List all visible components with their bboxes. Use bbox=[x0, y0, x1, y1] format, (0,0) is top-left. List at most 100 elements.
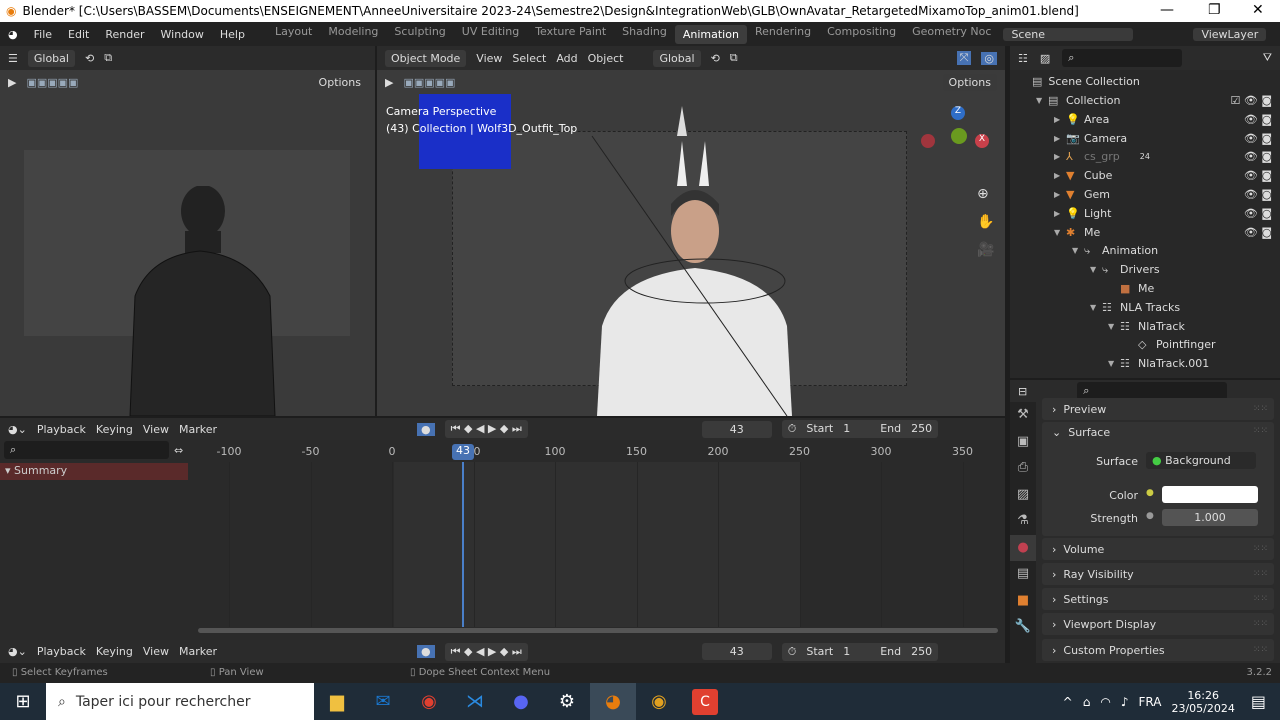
menu-view[interactable]: View bbox=[143, 423, 169, 436]
disclosure-triangle-icon[interactable]: ▼ bbox=[1108, 359, 1120, 368]
world-tab-icon[interactable]: ● bbox=[1010, 534, 1036, 561]
blender-taskbar-icon[interactable]: ◕ bbox=[590, 683, 636, 720]
editor-type-icon[interactable]: ⊟ bbox=[1018, 385, 1027, 398]
outliner-item[interactable]: ▶ ▼ Cube 👁 ◙ bbox=[1010, 166, 1280, 185]
view-layer-selector[interactable]: ViewLayer bbox=[1193, 27, 1267, 41]
axis-neg-x-icon[interactable] bbox=[921, 134, 935, 148]
panel-settings[interactable]: › Settings ⁙⁙ bbox=[1042, 588, 1274, 610]
outlook-icon[interactable]: ✉ bbox=[360, 683, 406, 720]
menu-keying[interactable]: Keying bbox=[96, 423, 133, 436]
discord-icon[interactable]: ● bbox=[498, 683, 544, 720]
dope-sheet[interactable]: ◕⌄ Playback Keying View Marker ● ⏮ ◆ ◀ ▶… bbox=[0, 418, 1005, 640]
visibility-icons[interactable]: 👁 ◙ bbox=[1244, 150, 1272, 163]
tab-compositing[interactable]: Compositing bbox=[819, 25, 904, 44]
tab-rendering[interactable]: Rendering bbox=[747, 25, 819, 44]
axis-z-icon[interactable]: Z bbox=[951, 106, 965, 120]
outliner-item[interactable]: ■ Me bbox=[1010, 279, 1280, 298]
close-button[interactable]: ✕ bbox=[1252, 2, 1264, 18]
menu-view[interactable]: View bbox=[476, 52, 502, 65]
taskbar-search-input[interactable]: ⌕ Taper ici pour rechercher bbox=[46, 683, 314, 720]
horizontal-scrollbar[interactable] bbox=[198, 628, 998, 633]
playback-controls[interactable]: ⏮ ◆ ◀ ▶ ◆ ⏭ bbox=[444, 642, 528, 661]
scene-selector[interactable]: Scene bbox=[1003, 27, 1134, 41]
maximize-button[interactable]: ❐ bbox=[1208, 2, 1221, 18]
chrome-canary-icon[interactable]: ◉ bbox=[636, 683, 682, 720]
color-swatch[interactable] bbox=[1162, 486, 1258, 503]
tab-texture-paint[interactable]: Texture Paint bbox=[527, 25, 614, 44]
collection-tab-icon[interactable]: ▤ bbox=[1010, 561, 1036, 588]
outliner-item[interactable]: ▼ ⤷ Drivers bbox=[1010, 260, 1280, 279]
disclosure-triangle-icon[interactable]: ▶ bbox=[1054, 134, 1066, 143]
tab-animation[interactable]: Animation bbox=[674, 24, 747, 44]
frame-range[interactable]: ⏱ Start 1 End 250 bbox=[781, 420, 939, 438]
menu-help[interactable]: Help bbox=[212, 28, 253, 41]
settings-icon[interactable]: ⚙ bbox=[544, 683, 590, 720]
editor-type-icon[interactable]: ◕⌄ bbox=[8, 645, 27, 658]
chrome-icon[interactable]: ◉ bbox=[406, 683, 452, 720]
camera-view-icon[interactable]: 🎥 bbox=[977, 242, 994, 258]
tab-geometry-nodes[interactable]: Geometry Noc bbox=[904, 25, 999, 44]
outliner-item[interactable]: ▼ ✱ Me 👁 ◙ bbox=[1010, 223, 1280, 242]
disclosure-triangle-icon[interactable]: ▼ bbox=[1036, 96, 1048, 105]
frame-ruler[interactable]: -100-50050100150200250300350 bbox=[0, 445, 1005, 627]
tab-uv-editing[interactable]: UV Editing bbox=[454, 25, 527, 44]
orientation-dropdown[interactable]: Global bbox=[653, 49, 701, 67]
playback-controls[interactable]: ⏮ ◆ ◀ ▶ ◆ ⏭ bbox=[444, 420, 528, 438]
zoom-icon[interactable]: ⊕ bbox=[977, 186, 989, 202]
visibility-icons[interactable]: 👁 ◙ bbox=[1244, 113, 1272, 126]
panel-preview[interactable]: › Preview ⁙⁙ bbox=[1042, 398, 1274, 420]
outliner-scene-collection[interactable]: ▤ Scene Collection bbox=[1010, 72, 1280, 91]
visibility-icons[interactable]: 👁 ◙ bbox=[1244, 226, 1272, 239]
menu-marker[interactable]: Marker bbox=[179, 645, 217, 658]
render-tab-icon[interactable]: ▣ bbox=[1010, 429, 1036, 456]
menu-file[interactable]: File bbox=[26, 28, 60, 41]
notifications-icon[interactable]: ▤ bbox=[1251, 692, 1266, 711]
options-dropdown[interactable]: Options bbox=[942, 73, 997, 91]
menu-edit[interactable]: Edit bbox=[60, 28, 97, 41]
panel-volume[interactable]: › Volume ⁙⁙ bbox=[1042, 538, 1274, 560]
summary-channel[interactable]: ▾ Summary bbox=[0, 463, 188, 480]
filter-icon[interactable]: ⛛ bbox=[1263, 51, 1272, 65]
file-explorer-icon[interactable]: ▆ bbox=[314, 683, 360, 720]
snap-icon[interactable]: ⧉ bbox=[730, 51, 738, 65]
select-mode-icons[interactable]: ▣▣▣▣▣ bbox=[403, 76, 455, 89]
outliner-item[interactable]: ▶ 💡 Area 👁 ◙ bbox=[1010, 110, 1280, 129]
menu-playback[interactable]: Playback bbox=[37, 645, 86, 658]
pivot-icon[interactable]: ⟲ bbox=[85, 52, 94, 65]
outliner-item[interactable]: ▼ ☷ NLA Tracks bbox=[1010, 298, 1280, 317]
strength-field[interactable]: 1.000 bbox=[1162, 509, 1258, 526]
editor-type-icon[interactable]: ◕⌄ bbox=[8, 423, 27, 436]
menu-keying[interactable]: Keying bbox=[96, 645, 133, 658]
options-dropdown[interactable]: Options bbox=[312, 73, 367, 91]
panel-custom-properties[interactable]: › Custom Properties ⁙⁙ bbox=[1042, 639, 1274, 661]
select-mode-icons[interactable]: ▣▣▣▣▣ bbox=[26, 76, 78, 89]
outliner-item[interactable]: ◇ Pointfinger bbox=[1010, 335, 1280, 354]
snap-icon[interactable]: ⧉ bbox=[104, 51, 112, 65]
menu-playback[interactable]: Playback bbox=[37, 423, 86, 436]
disclosure-triangle-icon[interactable]: ▶ bbox=[1054, 209, 1066, 218]
outliner-item[interactable]: ▼ ⤷ Animation bbox=[1010, 241, 1280, 260]
axis-y-icon[interactable] bbox=[951, 128, 967, 144]
network-icon[interactable]: ⌂ bbox=[1083, 695, 1091, 709]
visibility-icons[interactable]: 👁 ◙ bbox=[1244, 132, 1272, 145]
outliner-item[interactable]: ▼ ☷ NlaTrack bbox=[1010, 317, 1280, 336]
outliner-item[interactable]: ▼ ▤ Collection ☑ 👁 ◙ bbox=[1010, 91, 1280, 110]
disclosure-triangle-icon[interactable]: ▼ bbox=[1090, 265, 1102, 274]
language-indicator[interactable]: FRA bbox=[1139, 695, 1162, 709]
tab-layout[interactable]: Layout bbox=[267, 25, 320, 44]
disclosure-triangle-icon[interactable]: ▶ bbox=[1054, 171, 1066, 180]
main-3d-viewport[interactable]: Object Mode View Select Add Object Globa… bbox=[377, 46, 1005, 416]
outliner-item[interactable]: ▶ ▼ Gem 👁 ◙ bbox=[1010, 185, 1280, 204]
playhead[interactable] bbox=[462, 462, 464, 627]
disclosure-triangle-icon[interactable]: ▼ bbox=[1072, 246, 1084, 255]
panel-viewport-display[interactable]: › Viewport Display ⁙⁙ bbox=[1042, 613, 1274, 635]
outliner-search-input[interactable]: ⌕ bbox=[1062, 49, 1183, 67]
select-tool-icon[interactable]: ▶ bbox=[8, 76, 16, 89]
camera-viewport-left[interactable]: ☰ Global ⟲ ⧉ ▶ ▣▣▣▣▣ Options bbox=[0, 46, 375, 416]
visibility-icons[interactable]: 👁 ◙ bbox=[1244, 207, 1272, 220]
vscode-icon[interactable]: ⋊ bbox=[452, 683, 498, 720]
outliner-item[interactable]: ▶ ⅄ cs_grp 24 👁 ◙ bbox=[1010, 147, 1280, 166]
outliner-item[interactable]: ▶ 📷 Camera 👁 ◙ bbox=[1010, 129, 1280, 148]
disclosure-triangle-icon[interactable]: ▼ bbox=[1054, 228, 1066, 237]
outliner-item[interactable]: ▶ 💡 Light 👁 ◙ bbox=[1010, 204, 1280, 223]
